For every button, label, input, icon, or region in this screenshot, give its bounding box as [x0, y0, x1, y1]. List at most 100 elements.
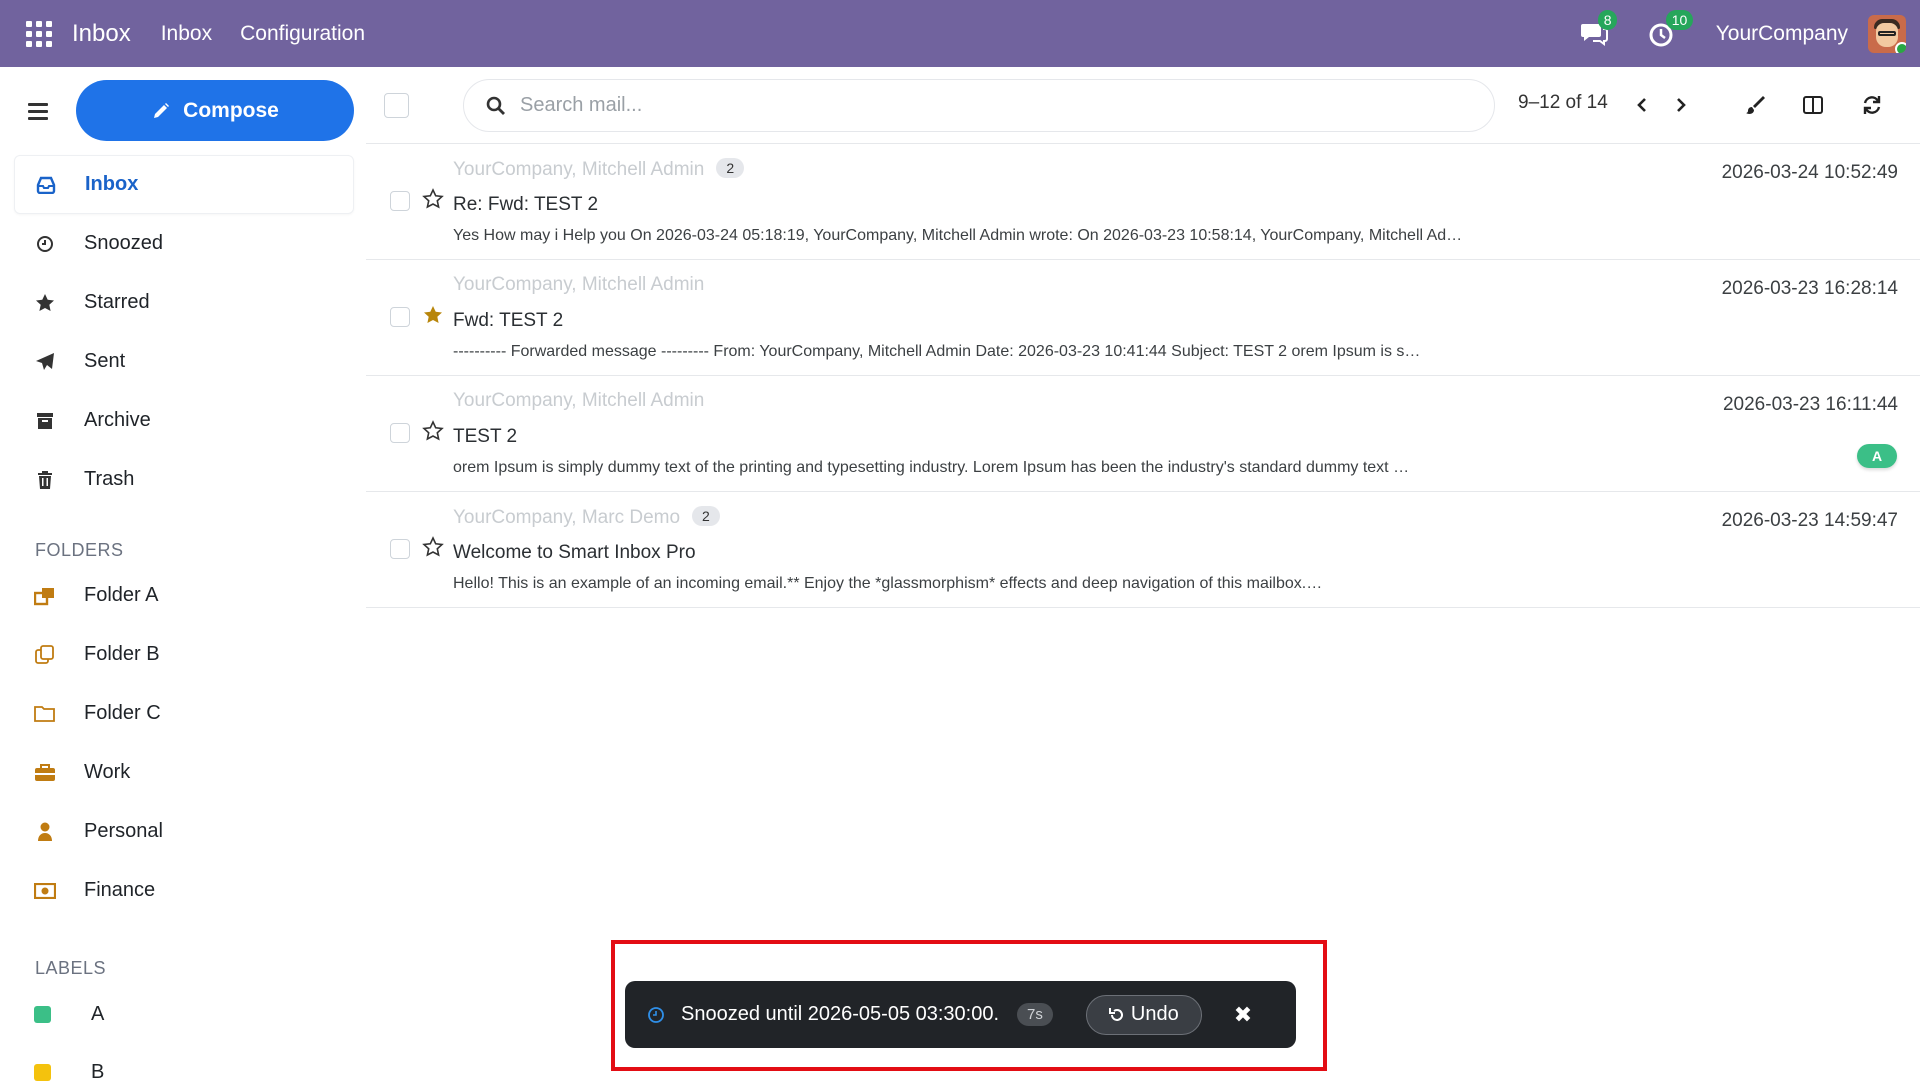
clock-icon: [34, 233, 56, 255]
menu-toggle-icon[interactable]: [28, 103, 48, 124]
folder-item-label: Work: [84, 761, 131, 783]
nav-item-snoozed[interactable]: Snoozed: [14, 214, 354, 273]
undo-button[interactable]: Undo: [1085, 994, 1202, 1035]
folder-item-label: Folder A: [84, 584, 159, 606]
nav-item-starred[interactable]: Starred: [14, 273, 354, 332]
mail-subject: Re: Fwd: TEST 2: [453, 194, 599, 215]
mail-subject: Welcome to Smart Inbox Pro: [453, 542, 696, 563]
select-all-checkbox[interactable]: [384, 93, 409, 118]
brush-icon: [1746, 96, 1765, 114]
nav-item-sent[interactable]: Sent: [14, 332, 354, 391]
search-bar[interactable]: [463, 79, 1495, 132]
star-outline-icon[interactable]: [422, 536, 444, 558]
folders-section-title: FOLDERS: [35, 540, 124, 560]
mail-row[interactable]: YourCompany, Mitchell Admin 2 Re: Fwd: TE…: [366, 144, 1920, 260]
online-status-dot: [1895, 41, 1906, 53]
user-icon: [34, 821, 56, 843]
mail-date: 2026-03-24 10:52:49: [1721, 162, 1898, 183]
mail-main-panel: 9–12 of 14 YourCompany, Mitchell Admin2 …: [366, 67, 1920, 1091]
row-checkbox[interactable]: [390, 191, 410, 211]
folder-copy-icon: [34, 644, 56, 666]
mail-label-badge[interactable]: A: [1857, 444, 1897, 468]
chat-button[interactable]: 8: [1580, 9, 1618, 50]
columns-icon: [1803, 96, 1823, 114]
row-checkbox[interactable]: [390, 423, 410, 443]
folder-list: Folder A Folder B Folder C Work Personal…: [14, 566, 354, 920]
star-filled-icon[interactable]: [422, 304, 444, 326]
refresh-button[interactable]: [1858, 91, 1886, 119]
folder-item-label: Folder B: [84, 643, 160, 665]
mail-date: 2026-03-23 16:11:44: [1722, 394, 1898, 415]
activity-button[interactable]: 10: [1648, 9, 1694, 50]
nav-item-label: Archive: [84, 409, 151, 431]
undo-icon: [1108, 1007, 1123, 1021]
folder-icon: [34, 703, 56, 725]
folder-item-finance[interactable]: Finance: [14, 861, 354, 920]
folder-item-folder-c[interactable]: Folder C: [14, 684, 354, 743]
label-item-b[interactable]: B: [14, 1043, 354, 1091]
top-navbar: Inbox Inbox Configuration 8 10 YourCompa…: [0, 0, 1920, 67]
briefcase-icon: [34, 762, 56, 784]
pager-previous-button[interactable]: [1630, 93, 1654, 117]
nav-item-label: Starred: [84, 291, 150, 313]
archive-icon: [34, 410, 56, 432]
nav-item-label: Snoozed: [84, 232, 163, 254]
pager-value[interactable]: 9–12 of 14: [1518, 92, 1608, 114]
label-item-a[interactable]: A: [14, 985, 354, 1043]
mail-sender: YourCompany, Mitchell Admin 2: [453, 158, 745, 181]
star-outline-icon[interactable]: [422, 188, 444, 210]
compose-button[interactable]: Compose: [76, 80, 354, 141]
row-checkbox[interactable]: [390, 307, 410, 327]
folder-item-folder-a[interactable]: Folder A: [14, 566, 354, 625]
folder-item-personal[interactable]: Personal: [14, 802, 354, 861]
mail-subject: TEST 2: [453, 426, 518, 447]
mail-snippet: orem Ipsum is simply dummy text of the p…: [453, 459, 1410, 476]
label-list: A B: [14, 985, 354, 1091]
row-checkbox[interactable]: [390, 539, 410, 559]
undo-label: Undo: [1130, 1003, 1179, 1025]
mail-subject: Fwd: TEST 2: [453, 310, 564, 331]
clock-icon: [648, 1006, 664, 1023]
nav-item-trash[interactable]: Trash: [14, 450, 354, 509]
close-icon[interactable]: ✖: [1234, 1002, 1252, 1028]
mail-row[interactable]: YourCompany, Mitchell Admin TEST 2 orem …: [366, 376, 1920, 492]
mail-row[interactable]: YourCompany, Marc Demo 2 Welcome to Smart…: [366, 492, 1920, 608]
search-input[interactable]: [520, 94, 1420, 117]
pencil-icon: [154, 102, 170, 118]
user-avatar[interactable]: [1868, 14, 1906, 53]
nav-item-inbox[interactable]: Inbox: [14, 155, 354, 214]
nav-item-label: Inbox: [85, 173, 139, 195]
snooze-toast: Snoozed until 2026-05-05 03:30:00. 7s Un…: [625, 981, 1296, 1048]
topnav-configuration[interactable]: Configuration: [240, 22, 365, 46]
label-item-label: A: [91, 1002, 105, 1025]
search-icon: [486, 96, 505, 115]
label-color-swatch: [34, 1005, 51, 1023]
inbox-icon: [35, 174, 57, 196]
mail-sender: YourCompany, Mitchell Admin: [453, 274, 705, 295]
mail-snippet: Yes How may i Help you On 2026-03-24 05:…: [453, 227, 1463, 244]
mailbox-nav: Inbox Snoozed Starred Sent Archive Trash: [14, 155, 354, 509]
mail-list: YourCompany, Mitchell Admin 2 Re: Fwd: TE…: [366, 144, 1920, 608]
company-switcher[interactable]: YourCompany: [1716, 22, 1848, 46]
folder-item-folder-b[interactable]: Folder B: [14, 625, 354, 684]
star-outline-icon[interactable]: [422, 420, 444, 442]
sidebar: Compose Inbox Snoozed Starred Sent Archi…: [0, 67, 366, 1091]
folder-multi-icon: [34, 585, 56, 607]
label-color-swatch: [34, 1063, 51, 1081]
mail-toolbar: 9–12 of 14: [366, 67, 1920, 144]
theme-button[interactable]: [1741, 91, 1769, 119]
compose-label: Compose: [183, 98, 279, 122]
split-view-button[interactable]: [1799, 91, 1827, 119]
apps-grid-icon[interactable]: [26, 20, 52, 47]
trash-icon: [34, 469, 56, 491]
chevron-right-icon: [1677, 98, 1686, 112]
app-brand[interactable]: Inbox: [72, 20, 131, 48]
pager-next-button[interactable]: [1669, 93, 1693, 117]
chevron-left-icon: [1637, 98, 1646, 112]
mail-row[interactable]: YourCompany, Mitchell Admin Fwd: TEST 2 …: [366, 260, 1920, 376]
folder-item-label: Folder C: [84, 702, 161, 724]
nav-item-archive[interactable]: Archive: [14, 391, 354, 450]
folder-item-label: Finance: [84, 879, 156, 901]
folder-item-work[interactable]: Work: [14, 743, 354, 802]
topnav-inbox[interactable]: Inbox: [161, 22, 212, 46]
